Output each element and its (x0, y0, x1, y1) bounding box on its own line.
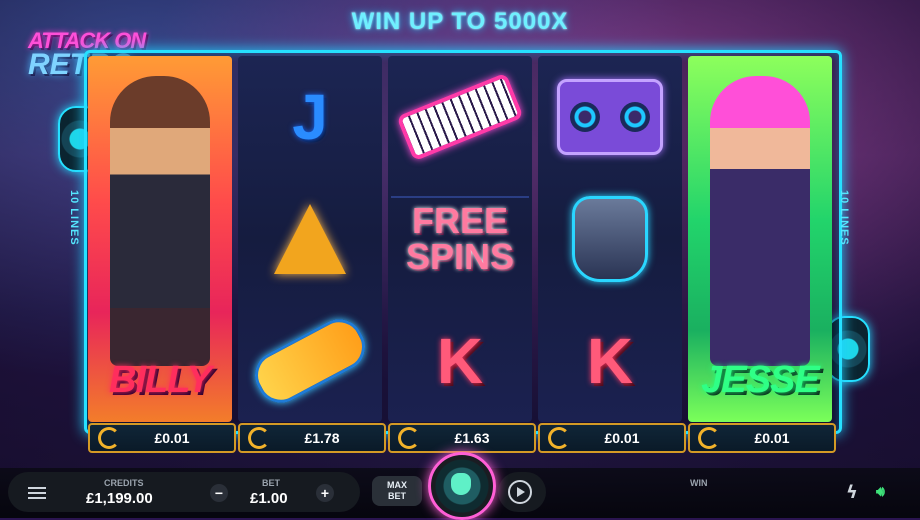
jesse-character: JESSE (688, 56, 832, 422)
symbol-j: J (292, 81, 328, 153)
respin-icon[interactable] (248, 427, 270, 449)
symbol-cell (538, 178, 682, 300)
reel-win-value: £0.01 (154, 430, 190, 446)
reel-5-win[interactable]: £0.01 (688, 423, 836, 453)
reel-1-win[interactable]: £0.01 (88, 423, 236, 453)
sound-icon[interactable]: 🔊︎ (876, 484, 885, 500)
free-spins-line2: SPINS (405, 236, 515, 277)
reel-2: J (238, 56, 382, 422)
credits-label: CREDITS (104, 478, 144, 488)
spin-button[interactable] (428, 452, 496, 520)
jesse-name: JESSE (701, 359, 820, 401)
bet-decrease-button[interactable]: − (210, 484, 228, 502)
respin-icon[interactable] (98, 427, 120, 449)
free-spins-symbol: FREE SPINS (391, 185, 529, 293)
reel-3: FREE SPINS K (388, 56, 532, 422)
max-bet-line1: MAX (387, 480, 407, 490)
max-bet-line2: BET (388, 491, 406, 501)
symbol-a-icon (274, 204, 346, 274)
respin-icon[interactable] (698, 427, 720, 449)
symbol-cell (388, 56, 532, 178)
credits-value: £1,199.00 (86, 490, 153, 507)
reel-win-value: £0.01 (754, 430, 790, 446)
turbo-icon[interactable]: ϟ (846, 482, 858, 503)
billy-figure (110, 76, 210, 366)
bet-increase-button[interactable]: + (316, 484, 334, 502)
headline: WIN UP TO 5000X (351, 8, 569, 35)
free-spins-line1: FREE (411, 200, 508, 241)
reel-3-win[interactable]: £1.63 (388, 423, 536, 453)
bet-label: BET (262, 478, 280, 488)
respin-icon[interactable] (548, 427, 570, 449)
billy-name: BILLY (109, 359, 212, 401)
win-label: WIN (690, 478, 708, 488)
symbol-cell (538, 56, 682, 178)
max-bet-button[interactable]: MAX BET (372, 476, 422, 506)
menu-icon[interactable] (28, 484, 46, 502)
symbol-cell: FREE SPINS (388, 178, 532, 300)
symbol-cell: K (388, 300, 532, 422)
symbol-k: K (586, 325, 634, 397)
symbol-k: K (436, 325, 484, 397)
reel-5: JESSE (688, 56, 832, 422)
autoplay-icon[interactable] (508, 480, 532, 504)
bet-value: £1.00 (250, 490, 288, 507)
symbol-cell (238, 300, 382, 422)
robot-glove-icon (572, 196, 648, 282)
symbol-cell (238, 178, 382, 300)
reel-4: K (538, 56, 682, 422)
symbol-cell: J (238, 56, 382, 178)
lines-label-right: 10 LINES (838, 190, 850, 246)
reel-win-value: £1.78 (304, 430, 340, 446)
hoverboard-icon (246, 310, 374, 412)
jesse-figure (710, 76, 810, 366)
keytar-icon (396, 72, 524, 162)
symbol-cell: K (538, 300, 682, 422)
reel-win-value: £0.01 (604, 430, 640, 446)
boombox-icon (557, 79, 663, 155)
reel-4-win[interactable]: £0.01 (538, 423, 686, 453)
reel-win-value: £1.63 (454, 430, 490, 446)
left-control-pill (8, 472, 360, 512)
lines-label-left: 10 LINES (68, 190, 80, 246)
billy-character: BILLY (88, 56, 232, 422)
respin-icon[interactable] (398, 427, 420, 449)
reel-1: BILLY (88, 56, 232, 422)
reel-2-win[interactable]: £1.78 (238, 423, 386, 453)
